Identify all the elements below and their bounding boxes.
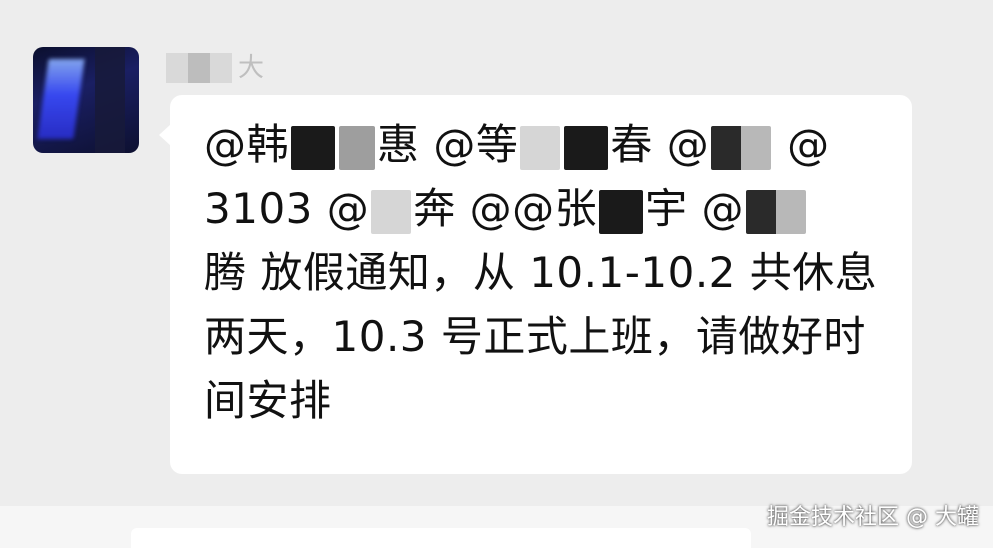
next-message-bubble [131, 528, 751, 548]
mention-text: @ [326, 184, 370, 233]
name-redaction [188, 53, 210, 83]
message-bubble[interactable]: @韩 惠 @等 春 @ @ 3103 @ 奔 @@张宇 @ 腾 放假通知，从 10.1… [170, 95, 912, 474]
mention-text: 3103 [204, 184, 313, 233]
message-line-4: 两天，10.3 号正式上班，请做好时 [204, 312, 866, 361]
mention-text: 惠 [377, 120, 420, 169]
mention-text: 奔 [413, 184, 456, 233]
watermark-text: 掘金技术社区 @ 大罐 [767, 505, 979, 530]
message-text: @韩 惠 @等 春 @ @ 3103 @ 奔 @@张宇 @ 腾 放假通知，从 10.1… [204, 113, 882, 433]
message-line-1: @韩 惠 @等 春 @ @ [204, 113, 882, 177]
sender-avatar[interactable] [33, 47, 139, 153]
mention-text: @韩 [204, 120, 290, 169]
sender-name: 大 [166, 52, 264, 84]
mention-text: @ [666, 120, 710, 169]
redaction-block [746, 189, 807, 234]
mention-text: 春 [610, 120, 653, 169]
redaction-block [291, 125, 336, 170]
name-redaction [166, 53, 188, 83]
redaction-block [599, 189, 644, 234]
message-line-2: 3103 @ 奔 @@张宇 @ [204, 177, 882, 241]
name-redaction [210, 53, 232, 83]
avatar-image-shadow [95, 47, 125, 153]
redaction-block [339, 125, 376, 170]
mention-text: @@张 [469, 184, 598, 233]
sender-name-suffix: 大 [238, 53, 265, 83]
redaction-block [564, 125, 609, 170]
redaction-block [711, 125, 772, 170]
avatar-image-highlight [37, 59, 85, 139]
mention-text: @ [701, 184, 745, 233]
mention-text: @ [787, 120, 830, 169]
mention-text: @等 [433, 120, 519, 169]
message-line-3: 腾 放假通知，从 10.1-10.2 共休息 [204, 248, 878, 297]
redaction-block [520, 125, 561, 170]
redaction-block [371, 189, 412, 234]
message-line-5: 间安排 [204, 376, 332, 425]
mention-text: 宇 [645, 184, 688, 233]
